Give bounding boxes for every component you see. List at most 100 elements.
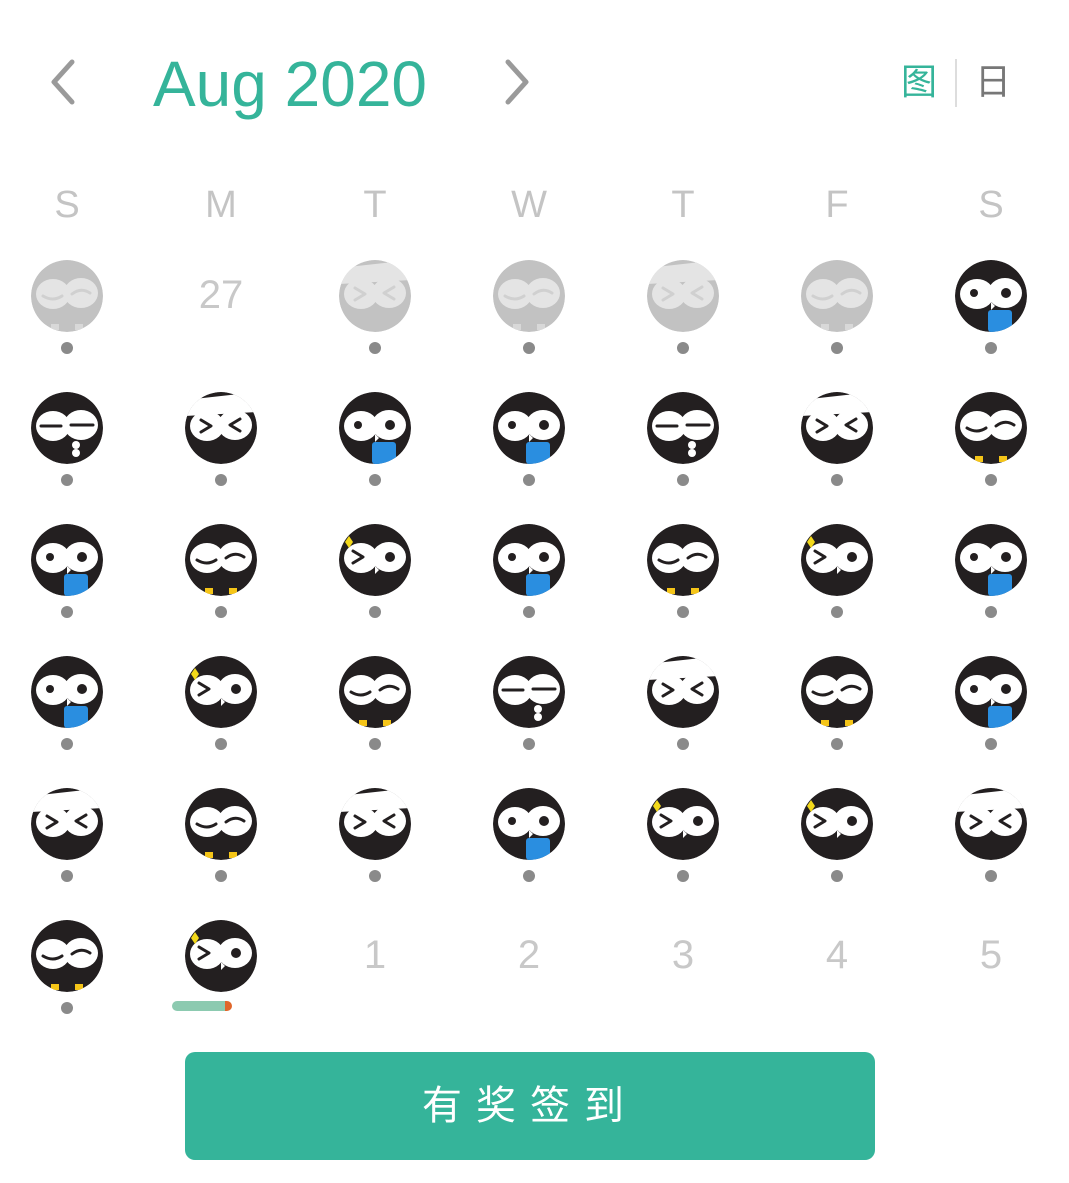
calendar-header: Aug 2020 图 日	[0, 0, 1069, 170]
calendar-day-cell[interactable]	[474, 786, 584, 906]
calendar-day-cell[interactable]	[782, 786, 892, 906]
weekday-label: T	[671, 184, 695, 226]
owl-sparkle-icon	[801, 788, 873, 860]
calendar-grid: 27 1 2 3 4 5	[0, 0, 1069, 1183]
record-dot-indicator	[831, 474, 843, 486]
calendar-day-cell[interactable]	[474, 258, 584, 378]
calendar-day-cell[interactable]	[628, 390, 738, 510]
signin-button[interactable]: 有奖签到	[185, 1052, 875, 1160]
record-dot-indicator	[523, 342, 535, 354]
calendar-day-cell[interactable]: 2	[474, 918, 584, 1038]
record-dot-indicator	[61, 738, 73, 750]
record-dot-indicator	[677, 474, 689, 486]
prev-month-button[interactable]	[40, 52, 90, 112]
calendar-day-cell[interactable]	[166, 654, 276, 774]
owl-wink-icon	[955, 392, 1027, 464]
record-dot-indicator	[985, 342, 997, 354]
weekday-label: W	[511, 184, 547, 226]
record-dot-indicator	[369, 870, 381, 882]
owl-squint-icon	[339, 260, 411, 332]
owl-book-icon	[955, 524, 1027, 596]
calendar-day-cell[interactable]: 27	[166, 258, 276, 378]
owl-book-icon	[493, 392, 565, 464]
owl-squint-icon	[339, 788, 411, 860]
record-dot-indicator	[61, 342, 73, 354]
view-option-day[interactable]: 日	[957, 58, 1029, 108]
owl-sparkle-icon	[339, 524, 411, 596]
month-title: Aug 2020	[152, 48, 428, 120]
calendar-day-cell[interactable]	[782, 522, 892, 642]
owl-sleepy-icon	[31, 392, 103, 464]
owl-book-icon	[955, 260, 1027, 332]
calendar-day-cell[interactable]	[474, 522, 584, 642]
record-dot-indicator	[677, 738, 689, 750]
calendar-day-cell[interactable]	[12, 654, 122, 774]
calendar-day-cell[interactable]	[628, 258, 738, 378]
calendar-day-cell[interactable]	[936, 522, 1046, 642]
calendar-day-cell[interactable]	[936, 390, 1046, 510]
owl-sleepy-icon	[647, 392, 719, 464]
calendar-day-cell[interactable]	[12, 786, 122, 906]
calendar-day-cell[interactable]	[782, 258, 892, 378]
owl-wink-icon	[31, 260, 103, 332]
calendar-day-cell[interactable]: 4	[782, 918, 892, 1038]
record-dot-indicator	[523, 870, 535, 882]
calendar-day-cell[interactable]	[782, 390, 892, 510]
weekday-label: M	[205, 184, 237, 226]
calendar-day-cell[interactable]	[166, 390, 276, 510]
record-dot-indicator	[215, 606, 227, 618]
calendar-day-cell[interactable]	[628, 786, 738, 906]
calendar-day-cell[interactable]	[166, 786, 276, 906]
day-number: 1	[363, 933, 387, 977]
record-dot-indicator	[215, 738, 227, 750]
calendar-day-cell[interactable]: 1	[320, 918, 430, 1038]
record-dot-indicator	[985, 606, 997, 618]
calendar-day-cell[interactable]	[936, 258, 1046, 378]
calendar-day-cell[interactable]	[320, 390, 430, 510]
record-dot-indicator	[985, 474, 997, 486]
calendar-day-cell[interactable]	[12, 258, 122, 378]
calendar-day-cell[interactable]	[474, 390, 584, 510]
calendar-day-cell[interactable]	[12, 390, 122, 510]
owl-squint-icon	[801, 392, 873, 464]
calendar-day-cell[interactable]	[936, 654, 1046, 774]
calendar-day-cell[interactable]	[320, 786, 430, 906]
calendar-day-cell[interactable]	[12, 522, 122, 642]
chevron-right-icon	[505, 59, 529, 105]
day-number: 4	[825, 933, 849, 977]
weekday-label: S	[978, 184, 1004, 226]
owl-book-icon	[31, 524, 103, 596]
calendar-day-cell[interactable]	[782, 654, 892, 774]
calendar-day-cell[interactable]	[320, 522, 430, 642]
record-dot-indicator	[985, 738, 997, 750]
owl-wink-icon	[493, 260, 565, 332]
owl-sparkle-icon	[801, 524, 873, 596]
record-dot-indicator	[831, 738, 843, 750]
calendar-day-cell[interactable]	[12, 918, 122, 1038]
owl-wink-icon	[339, 656, 411, 728]
record-dot-indicator	[215, 870, 227, 882]
record-dot-indicator	[677, 870, 689, 882]
calendar-day-cell[interactable]	[628, 522, 738, 642]
calendar-day-cell[interactable]	[320, 654, 430, 774]
view-option-image[interactable]: 图	[883, 58, 955, 108]
owl-sparkle-icon	[647, 788, 719, 860]
calendar-day-cell[interactable]: 3	[628, 918, 738, 1038]
calendar-day-cell[interactable]	[320, 258, 430, 378]
calendar-day-cell[interactable]	[166, 918, 276, 1038]
calendar-day-cell[interactable]	[628, 654, 738, 774]
weekday-label: S	[54, 184, 80, 226]
day-number: 3	[671, 933, 695, 977]
next-month-button[interactable]	[492, 52, 542, 112]
view-toggle: 图 日	[883, 58, 1029, 108]
record-dot-indicator	[831, 342, 843, 354]
calendar-day-cell[interactable]	[936, 786, 1046, 906]
calendar-day-cell[interactable]	[474, 654, 584, 774]
day-number: 27	[198, 273, 244, 317]
calendar-day-cell[interactable]	[166, 522, 276, 642]
calendar-day-cell[interactable]: 5	[936, 918, 1046, 1038]
record-dot-indicator	[369, 342, 381, 354]
record-dot-indicator	[61, 870, 73, 882]
owl-squint-icon	[647, 260, 719, 332]
record-dot-indicator	[61, 606, 73, 618]
